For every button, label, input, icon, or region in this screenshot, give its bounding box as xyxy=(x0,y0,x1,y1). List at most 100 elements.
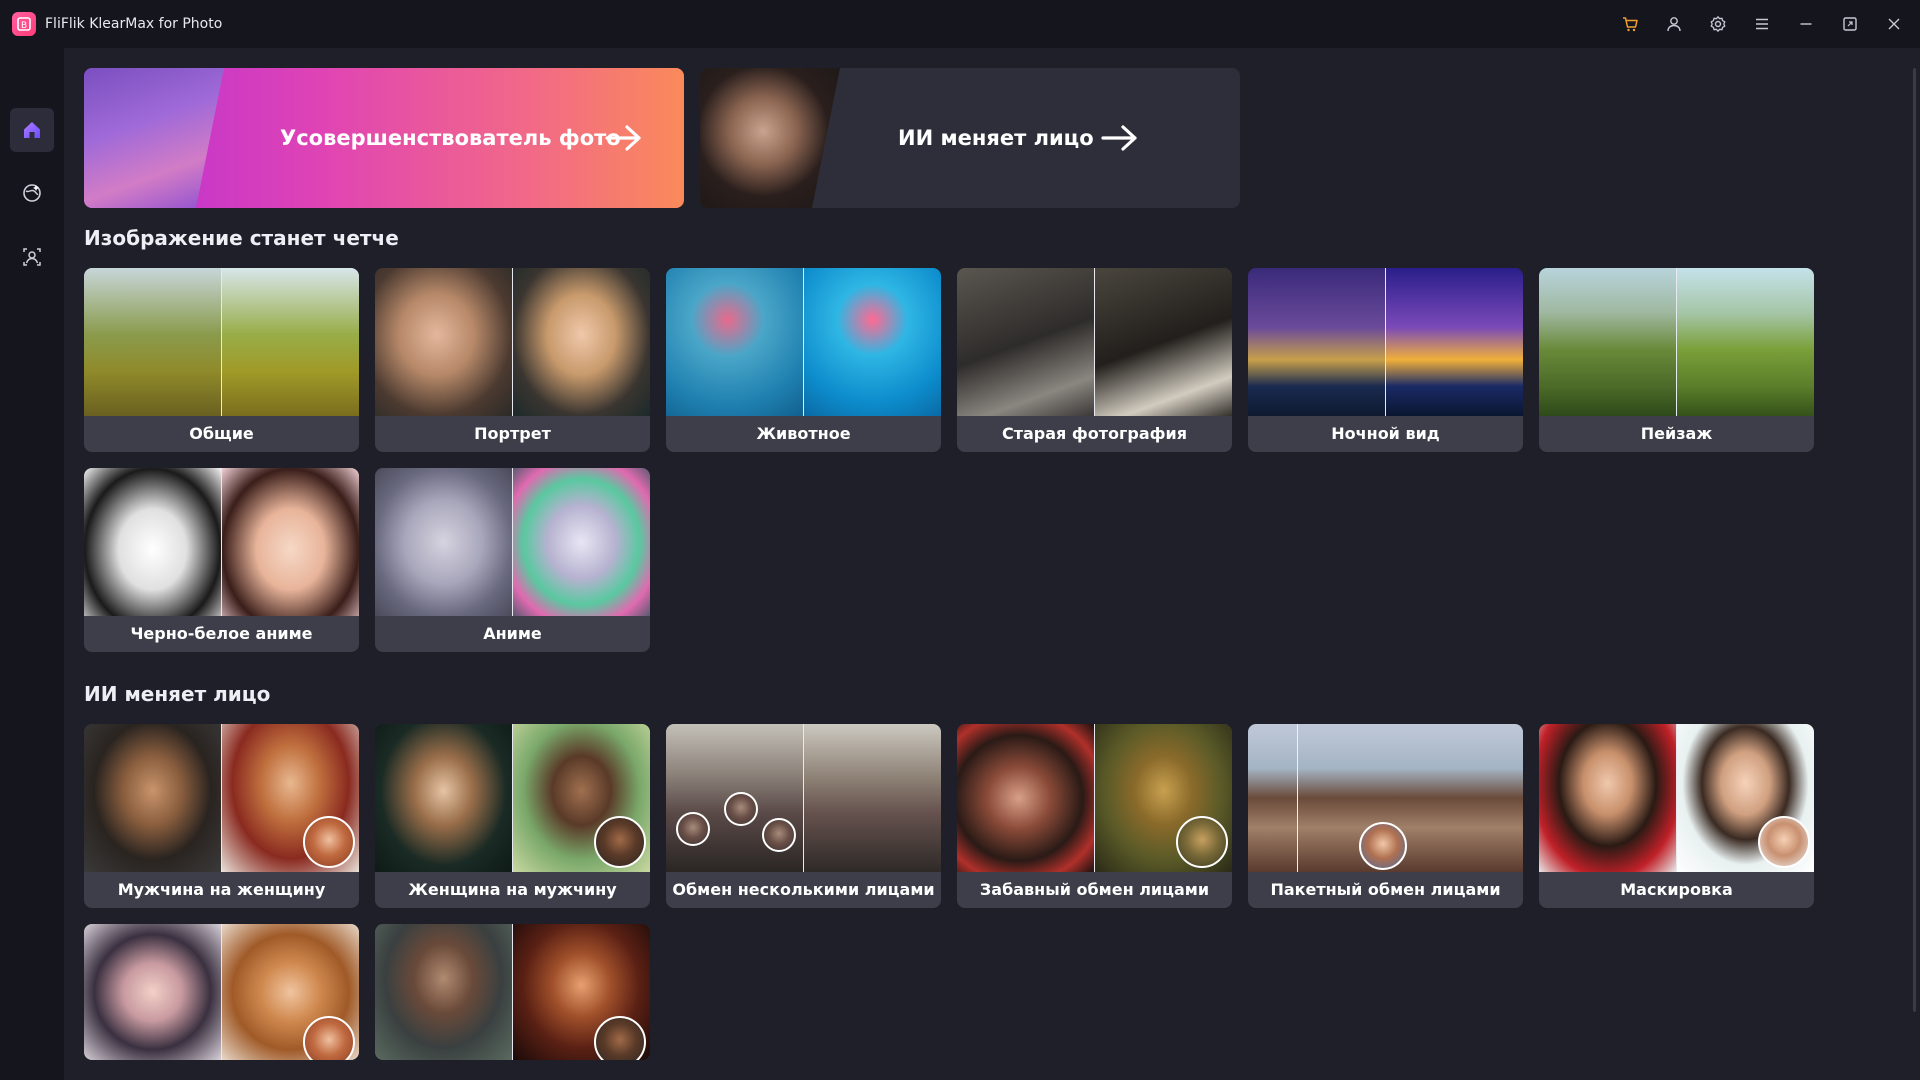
after-thumbnail xyxy=(513,268,650,416)
home-icon xyxy=(24,122,40,138)
card-label: Черно-белое аниме xyxy=(84,616,359,652)
compare-divider xyxy=(1385,268,1386,416)
card-animal[interactable]: Животное xyxy=(666,268,941,452)
card-face-swap-more-2[interactable] xyxy=(375,924,650,1060)
card-label: Животное xyxy=(666,416,941,452)
settings-icon[interactable] xyxy=(1706,12,1730,36)
account-icon[interactable] xyxy=(1662,12,1686,36)
after-thumbnail xyxy=(513,468,650,616)
after-thumbnail xyxy=(1677,268,1814,416)
before-thumbnail xyxy=(1248,268,1385,416)
card-batch-face-swap[interactable]: Пакетный обмен лицами xyxy=(1248,724,1523,908)
cart-icon[interactable] xyxy=(1618,12,1642,36)
face-avatar xyxy=(762,818,796,852)
sidebar xyxy=(0,48,64,1080)
card-label: Старая фотография xyxy=(957,416,1232,452)
card-bw-anime[interactable]: Черно-белое аниме xyxy=(84,468,359,652)
compare-divider xyxy=(512,268,513,416)
scrollbar[interactable] xyxy=(1913,68,1916,1012)
card-label: Мужчина на женщину xyxy=(84,872,359,908)
photo-enhancer-banner[interactable]: Усовершенствователь фото xyxy=(84,68,684,208)
face-avatar xyxy=(594,816,646,868)
arrow-right-icon xyxy=(605,125,641,151)
svg-text:B: B xyxy=(21,21,27,31)
source-thumbnail xyxy=(1539,724,1676,872)
result-thumbnail xyxy=(804,724,941,872)
face-avatar xyxy=(724,792,758,826)
card-anime[interactable]: Аниме xyxy=(375,468,650,652)
card-label: Общие xyxy=(84,416,359,452)
compare-divider xyxy=(512,924,513,1060)
card-label: Ночной вид xyxy=(1248,416,1523,452)
face-avatar xyxy=(594,1016,646,1060)
face-avatar xyxy=(1758,816,1810,868)
card-old-photo[interactable]: Старая фотография xyxy=(957,268,1232,452)
card-portrait[interactable]: Портрет xyxy=(375,268,650,452)
card-landscape[interactable]: Пейзаж xyxy=(1539,268,1814,452)
source-thumbnail xyxy=(375,724,512,872)
arrow-right-icon xyxy=(1101,125,1137,151)
compare-divider xyxy=(803,268,804,416)
before-thumbnail xyxy=(84,268,221,416)
minimize-icon[interactable] xyxy=(1794,12,1818,36)
face-avatar xyxy=(1176,816,1228,868)
before-thumbnail xyxy=(375,268,512,416)
section-title-enhance: Изображение станет четче xyxy=(84,226,399,250)
card-face-swap-more-1[interactable] xyxy=(84,924,359,1060)
sidebar-item-enhancer[interactable] xyxy=(10,171,54,215)
card-male-to-female[interactable]: Мужчина на женщину xyxy=(84,724,359,908)
close-icon[interactable] xyxy=(1882,12,1906,36)
before-thumbnail xyxy=(957,268,1094,416)
after-thumbnail xyxy=(1095,268,1232,416)
menu-icon[interactable] xyxy=(1750,12,1774,36)
face-swap-icon xyxy=(23,248,41,266)
face-avatar xyxy=(303,816,355,868)
face-swap-banner[interactable]: ИИ меняет лицо xyxy=(700,68,1240,208)
compare-divider xyxy=(1676,724,1677,872)
source-thumbnail xyxy=(84,724,221,872)
banner-photo-thumbnail xyxy=(700,68,840,208)
face-avatar xyxy=(303,1016,355,1060)
banner-label: ИИ меняет лицо xyxy=(898,126,1094,150)
after-thumbnail xyxy=(804,268,941,416)
compare-divider xyxy=(221,268,222,416)
compare-divider xyxy=(1094,724,1095,872)
sidebar-item-face-swap[interactable] xyxy=(10,235,54,279)
source-thumbnail xyxy=(957,724,1094,872)
card-multi-face-swap[interactable]: Обмен несколькими лицами xyxy=(666,724,941,908)
compare-divider xyxy=(1094,268,1095,416)
card-night-view[interactable]: Ночной вид xyxy=(1248,268,1523,452)
card-label: Забавный обмен лицами xyxy=(957,872,1232,908)
card-female-to-male[interactable]: Женщина на мужчину xyxy=(375,724,650,908)
banner-photo-thumbnail xyxy=(84,68,224,208)
maximize-icon[interactable] xyxy=(1838,12,1862,36)
source-thumbnail xyxy=(84,924,221,1060)
card-funny-face-swap[interactable]: Забавный обмен лицами xyxy=(957,724,1232,908)
after-thumbnail xyxy=(222,268,359,416)
card-label: Обмен несколькими лицами xyxy=(666,872,941,908)
app-logo-icon: B xyxy=(12,12,36,36)
card-label: Женщина на мужчину xyxy=(375,872,650,908)
section-title-face-swap: ИИ меняет лицо xyxy=(84,682,271,706)
face-avatar xyxy=(676,812,710,846)
compare-divider xyxy=(1676,268,1677,416)
banner-label: Усовершенствователь фото xyxy=(280,126,621,150)
after-thumbnail xyxy=(1386,268,1523,416)
before-thumbnail xyxy=(1539,268,1676,416)
compare-divider xyxy=(512,468,513,616)
sidebar-item-home[interactable] xyxy=(10,108,54,152)
before-thumbnail xyxy=(666,268,803,416)
compare-divider xyxy=(221,724,222,872)
card-label: Пакетный обмен лицами xyxy=(1248,872,1523,908)
before-thumbnail xyxy=(375,468,512,616)
app-title: FliFlik KlearMax for Photo xyxy=(45,16,223,32)
source-thumbnail xyxy=(375,924,512,1060)
face-avatar xyxy=(1359,822,1407,870)
card-general[interactable]: Общие xyxy=(84,268,359,452)
compare-divider xyxy=(512,724,513,872)
after-thumbnail xyxy=(222,468,359,616)
title-bar: B FliFlik KlearMax for Photo xyxy=(0,0,1920,48)
card-disguise[interactable]: Маскировка xyxy=(1539,724,1814,908)
compare-divider xyxy=(803,724,804,872)
globe-enhance-icon xyxy=(23,184,41,202)
